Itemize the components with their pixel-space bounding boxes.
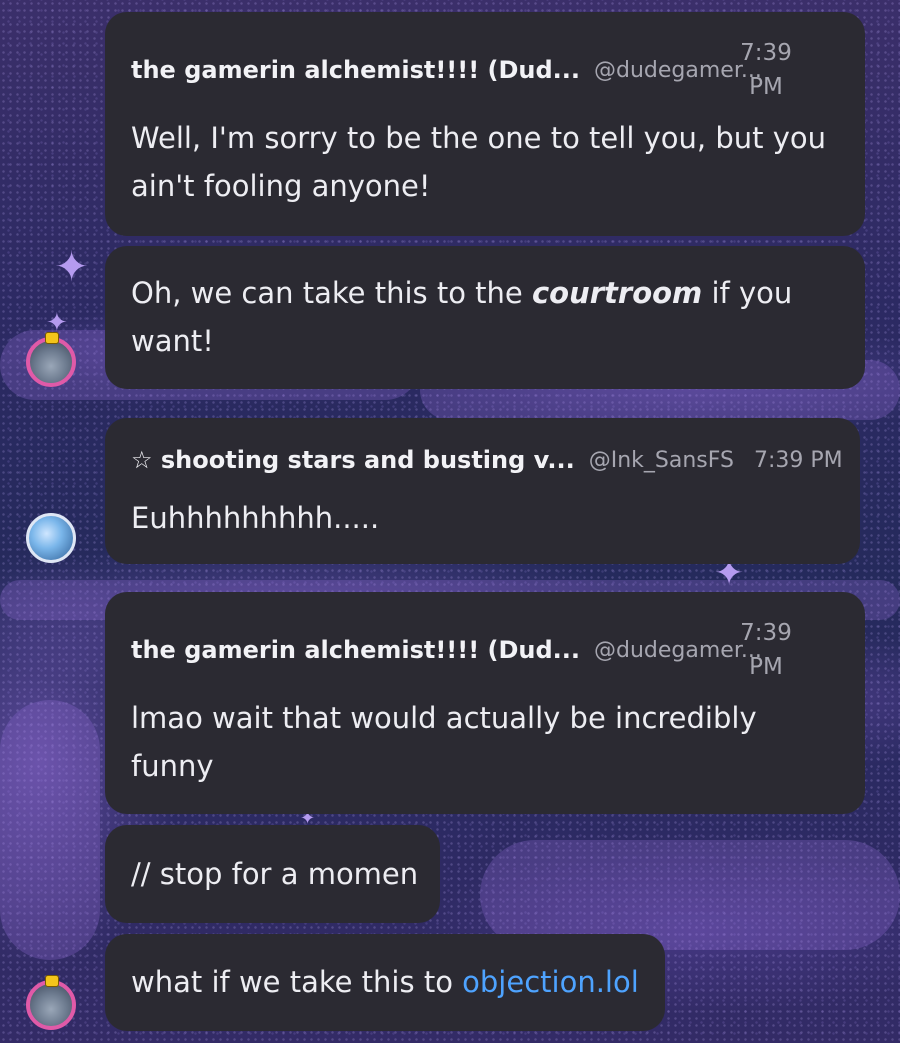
avatar[interactable] [26, 980, 76, 1030]
message-bubble[interactable]: the gamerin alchemist!!!! (Dud... @dudeg… [105, 12, 865, 236]
padlock-badge-icon [45, 975, 59, 987]
message-text: // stop for a momen [131, 857, 419, 891]
sparkle-icon: ✦ [54, 242, 90, 291]
background-cloud [0, 700, 100, 960]
author-name[interactable]: ☆ shooting stars and busting v... [131, 446, 575, 474]
message-text: what if we take this to objection.lol [131, 958, 651, 1006]
message-header: the gamerin alchemist!!!! (Dud... @dudeg… [131, 56, 762, 84]
message-text: Euhhhhhhhhh..... [131, 501, 380, 535]
message-text-part: what if we take this to [131, 965, 463, 999]
objection-link[interactable]: objection.lol [462, 965, 639, 999]
message-header: ☆ shooting stars and busting v... @Ink_S… [131, 446, 843, 474]
avatar[interactable] [26, 337, 76, 387]
message-bubble[interactable]: ☆ shooting stars and busting v... @Ink_S… [105, 418, 860, 564]
timestamp-time: 7:39 [740, 40, 792, 66]
message-bubble[interactable]: // stop for a momen [105, 825, 440, 923]
timestamp-period: PM [749, 74, 783, 100]
message-text: Well, I'm sorry to be the one to tell yo… [131, 121, 826, 203]
timestamp: 7:39 PM [731, 616, 801, 684]
author-name[interactable]: the gamerin alchemist!!!! (Dud... [131, 636, 580, 664]
timestamp: 7:39 PM [731, 36, 801, 104]
timestamp-period: PM [749, 654, 783, 680]
message-header: the gamerin alchemist!!!! (Dud... @dudeg… [131, 636, 762, 664]
author-handle[interactable]: @Ink_SansFS [589, 448, 734, 473]
avatar[interactable] [26, 513, 76, 563]
message-text-bold: courtroom [531, 276, 703, 310]
padlock-badge-icon [45, 332, 59, 344]
message-bubble[interactable]: what if we take this to objection.lol [105, 934, 665, 1031]
timestamp-time: 7:39 [740, 620, 792, 646]
message-bubble[interactable]: Oh, we can take this to the courtroom if… [105, 246, 865, 389]
message-text-part: Oh, we can take this to the [131, 276, 532, 310]
message-bubble[interactable]: the gamerin alchemist!!!! (Dud... @dudeg… [105, 592, 865, 814]
message-text: Oh, we can take this to the courtroom if… [131, 269, 831, 365]
message-text: lmao wait that would actually be incredi… [131, 701, 757, 783]
author-name[interactable]: the gamerin alchemist!!!! (Dud... [131, 56, 580, 84]
timestamp: 7:39 PM [753, 447, 843, 473]
